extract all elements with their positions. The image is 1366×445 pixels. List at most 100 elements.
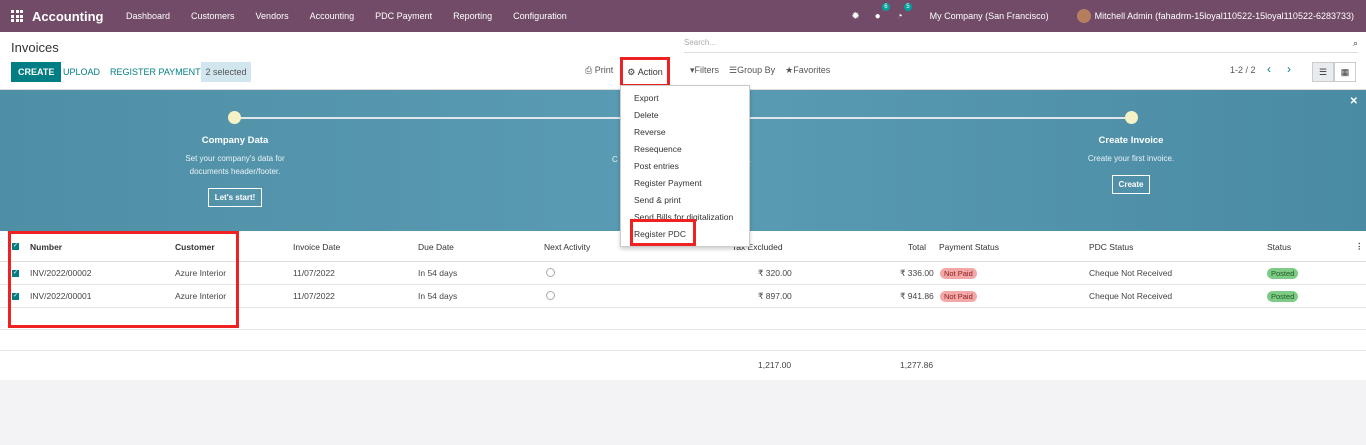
chat-badge: 6 (882, 3, 890, 11)
user-avatar[interactable] (1076, 9, 1091, 23)
navbar-systray: ✹ ● 6 ◔ 5 My Company (San Francisco) Mitch… (850, 0, 1366, 32)
control-panel: Invoices CREATE UPLOAD REGISTER PAYMENT … (0, 32, 1366, 90)
menu-item-send-print[interactable]: Send & print (634, 195, 681, 205)
highlight-selection-box (8, 231, 239, 328)
activity-clock-icon[interactable] (546, 291, 555, 302)
header-invoice-date[interactable]: Invoice Date (293, 242, 340, 252)
groupby-button[interactable]: ☰Group By (729, 65, 775, 76)
cell-total: ₹ 941.86 (900, 291, 934, 301)
menu-item-delete[interactable]: Delete (634, 110, 659, 120)
create-button[interactable]: CREATE (11, 62, 62, 82)
payment-status-badge: Not Paid (940, 291, 977, 302)
activity-clock-icon[interactable] (546, 268, 555, 279)
menu-item-export[interactable]: Export (634, 93, 659, 103)
step-middle-title-fragment: C (612, 155, 618, 164)
header-status[interactable]: Status (1267, 242, 1291, 252)
step-dot-company (228, 111, 241, 124)
cell-total: ₹ 336.00 (900, 268, 934, 278)
menu-dashboard[interactable]: Dashboard (116, 11, 181, 21)
payment-status-badge: Not Paid (940, 268, 977, 279)
menu-pdc-payment[interactable]: PDC Payment (365, 11, 443, 21)
app-brand[interactable]: Accounting (32, 9, 104, 24)
status-badge: Posted (1267, 291, 1299, 302)
search-input[interactable]: Search... ⌕ (684, 38, 1358, 53)
page-title: Invoices (11, 40, 59, 55)
cell-invoice-date: 11/07/2022 (293, 268, 335, 278)
menu-reporting[interactable]: Reporting (443, 11, 503, 21)
status-badge: Posted (1267, 268, 1299, 279)
menu-item-post-entries[interactable]: Post entries (634, 161, 679, 171)
search-icon[interactable]: ⌕ (1353, 38, 1358, 49)
step-invoice-title: Create Invoice (1098, 135, 1164, 146)
pager-value[interactable]: 1-2 / 2 (1230, 65, 1256, 75)
lets-start-button[interactable]: Let's start! (207, 188, 263, 207)
chat-icon[interactable]: ● 6 (872, 3, 890, 22)
print-icon: ⎙ (585, 65, 593, 75)
step-company-desc-2: documents header/footer. (189, 167, 281, 176)
search-placeholder: Search... (684, 38, 717, 47)
sum-total: 1,277.86 (900, 360, 934, 370)
list-view-icon[interactable]: ☰ (1312, 62, 1334, 82)
table-footer: 1,217.00 1,277.86 (0, 351, 1366, 380)
print-button[interactable]: ⎙ Print (585, 65, 613, 76)
header-next-activity[interactable]: Next Activity (544, 242, 590, 252)
cell-due-date: In 54 days (418, 291, 458, 301)
optional-columns-icon[interactable]: ⋮ (1355, 241, 1364, 252)
step-company-data: Company Data Set your company's data for… (160, 135, 310, 207)
step-middle-fragment: C (612, 153, 618, 166)
cell-due-date: In 54 days (418, 268, 458, 278)
kanban-view-icon[interactable]: ▦ (1334, 62, 1356, 82)
cell-pdc-status: Cheque Not Received (1089, 291, 1173, 301)
activity-badge: 5 (904, 3, 912, 11)
menu-customers[interactable]: Customers (181, 11, 246, 21)
cell-tax-excluded: ₹ 320.00 (758, 268, 792, 278)
menu-accounting[interactable]: Accounting (299, 11, 365, 21)
menu-item-resequence[interactable]: Resequence (634, 144, 682, 154)
gear-icon: ⚙ (627, 66, 636, 77)
empty-row (0, 330, 1366, 351)
close-icon[interactable]: ✕ (1350, 96, 1358, 107)
print-label: Print (594, 65, 614, 75)
cell-invoice-date: 11/07/2022 (293, 291, 335, 301)
header-payment-status[interactable]: Payment Status (939, 242, 999, 252)
search-options: ▾Filters ☰Group By ★Favorites (690, 65, 830, 76)
menu-item-register-payment[interactable]: Register Payment (634, 178, 702, 188)
step-company-title: Company Data (201, 135, 269, 146)
favorites-label: Favorites (793, 65, 831, 75)
top-navbar: Accounting Dashboard Customers Vendors A… (0, 0, 1366, 32)
upload-button[interactable]: UPLOAD (63, 62, 100, 82)
sum-tax-excluded: 1,217.00 (758, 360, 792, 370)
create-invoice-button[interactable]: Create (1111, 175, 1151, 194)
step-create-invoice: Create Invoice Create your first invoice… (1056, 135, 1206, 194)
menu-configuration[interactable]: Configuration (503, 11, 578, 21)
step-company-desc-1: Set your company's data for (185, 154, 285, 163)
groupby-icon: ☰ (729, 65, 738, 75)
user-menu[interactable]: Mitchell Admin (fahadrm-15loyal110522-15… (1095, 11, 1354, 21)
favorites-button[interactable]: ★Favorites (785, 65, 830, 76)
cell-pdc-status: Cheque Not Received (1089, 268, 1173, 278)
register-payment-button[interactable]: REGISTER PAYMENT (110, 62, 201, 82)
filters-button[interactable]: ▾Filters (690, 65, 719, 76)
groupby-label: Group By (737, 65, 776, 75)
action-label: Action (637, 67, 663, 77)
action-button[interactable]: ⚙ Action (620, 57, 670, 87)
selected-count-badge: 2 selected (201, 62, 251, 82)
header-due-date[interactable]: Due Date (418, 242, 454, 252)
pager-previous-icon[interactable]: ‹ (1267, 62, 1271, 76)
step-dot-invoice (1125, 111, 1138, 124)
apps-menu-icon[interactable] (11, 10, 23, 22)
highlight-register-pdc-box (630, 219, 696, 246)
activity-icon[interactable]: ◔ 5 (894, 3, 912, 22)
main-menu: Dashboard Customers Vendors Accounting P… (116, 11, 578, 21)
company-switcher[interactable]: My Company (San Francisco) (930, 11, 1049, 21)
pager-next-icon[interactable]: › (1287, 62, 1291, 76)
header-total[interactable]: Total (908, 242, 926, 252)
cell-tax-excluded: ₹ 897.00 (758, 291, 792, 301)
bug-icon[interactable]: ✹ (850, 10, 862, 22)
header-pdc-status[interactable]: PDC Status (1089, 242, 1133, 252)
star-icon: ★ (785, 65, 794, 75)
menu-vendors[interactable]: Vendors (245, 11, 299, 21)
step-invoice-desc: Create your first invoice. (1087, 154, 1175, 163)
filters-label: Filters (694, 65, 720, 75)
menu-item-reverse[interactable]: Reverse (634, 127, 666, 137)
